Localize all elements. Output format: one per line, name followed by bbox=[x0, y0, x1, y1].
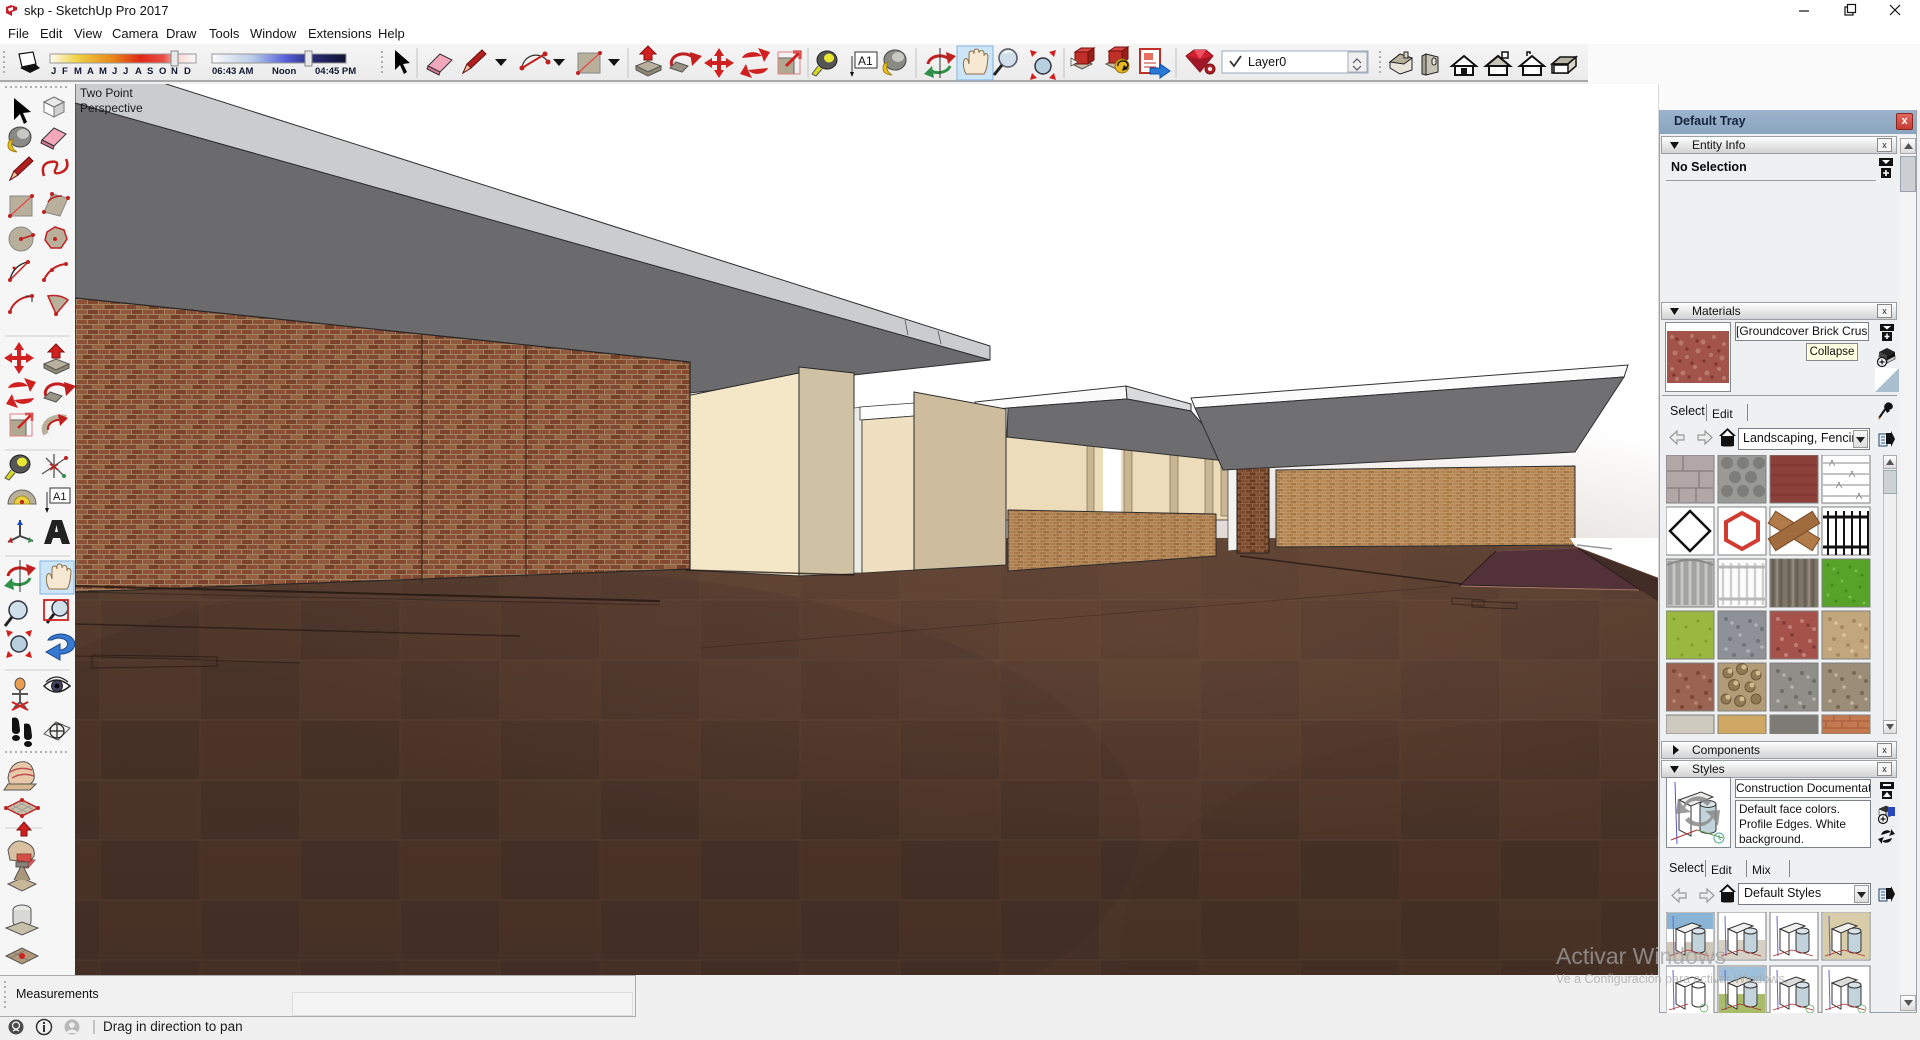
svg-text:M: M bbox=[99, 66, 107, 77]
svg-text:F: F bbox=[62, 66, 68, 77]
svg-text:A: A bbox=[135, 66, 142, 77]
svg-text:A1: A1 bbox=[858, 54, 873, 68]
svg-text:J: J bbox=[51, 66, 56, 77]
svg-text:04:45 PM: 04:45 PM bbox=[315, 66, 356, 77]
svg-text:A: A bbox=[87, 66, 94, 77]
svg-text:Layer0: Layer0 bbox=[1248, 55, 1286, 69]
svg-text:J: J bbox=[123, 66, 128, 77]
svg-text:06:43 AM: 06:43 AM bbox=[212, 66, 253, 77]
svg-text:Noon: Noon bbox=[272, 66, 296, 77]
svg-text:M: M bbox=[74, 66, 82, 77]
svg-text:O: O bbox=[159, 66, 166, 77]
svg-text:A1: A1 bbox=[53, 491, 66, 503]
svg-text:J: J bbox=[112, 66, 117, 77]
svg-text:N: N bbox=[171, 66, 178, 77]
svg-text:S: S bbox=[147, 66, 153, 77]
svg-text:D: D bbox=[184, 66, 191, 77]
